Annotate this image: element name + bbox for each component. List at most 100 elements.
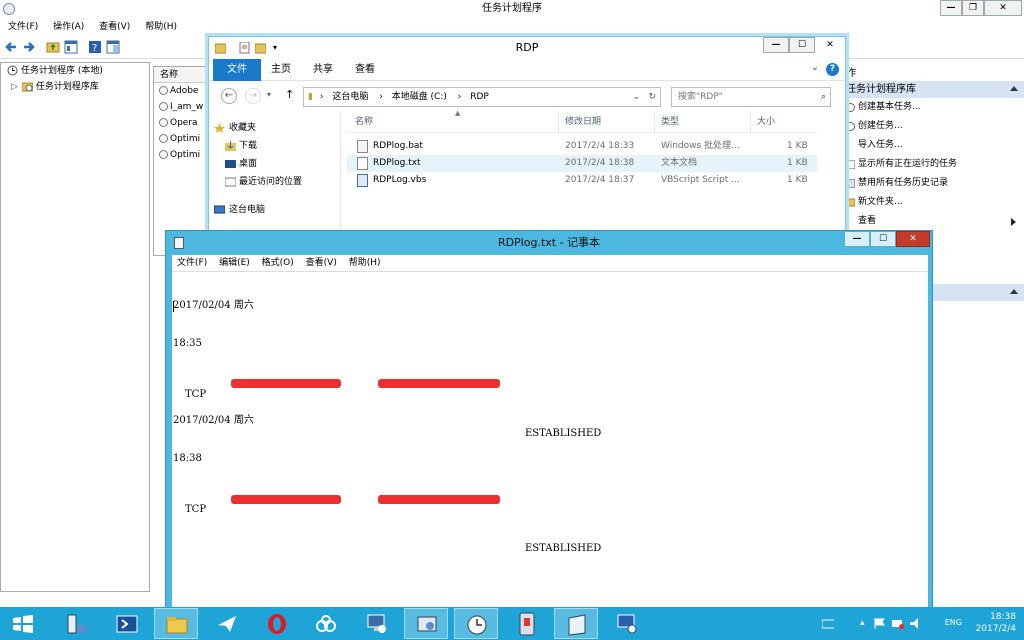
- show-hidden-icons-icon[interactable]: ▴: [860, 618, 872, 629]
- collapse-icon[interactable]: [1010, 289, 1018, 294]
- search-icon[interactable]: ⌕: [821, 88, 826, 106]
- close-button[interactable]: ✕: [815, 37, 845, 53]
- minimize-button[interactable]: —: [763, 37, 789, 53]
- back-icon[interactable]: ←: [221, 88, 237, 104]
- close-button[interactable]: ✕: [896, 231, 930, 247]
- file-row[interactable]: RDPlog.txt 2017/2/4 18:38 文本文档 1 KB: [347, 155, 817, 172]
- nav-item-downloads[interactable]: 下载: [209, 137, 340, 155]
- taskbar-remote-desktop[interactable]: [354, 608, 398, 639]
- minimize-button[interactable]: —: [844, 231, 870, 247]
- refresh-icon[interactable]: ↻: [648, 88, 656, 106]
- actions-section-library[interactable]: 任务计划程序库: [843, 81, 1024, 98]
- expand-arrow-icon[interactable]: ▷: [11, 79, 19, 95]
- system-clock[interactable]: 18:38 2017/2/4: [976, 611, 1016, 635]
- new-folder-icon[interactable]: [255, 42, 266, 54]
- breadcrumb-this-pc[interactable]: 这台电脑: [332, 92, 368, 102]
- menu-view[interactable]: 查看(V): [99, 22, 130, 32]
- keyboard-icon[interactable]: [822, 618, 834, 629]
- collapse-icon[interactable]: [1010, 86, 1018, 91]
- action-show-running[interactable]: 显示所有正在运行的任务: [843, 155, 1024, 174]
- breadcrumb-separator-icon[interactable]: ›: [379, 92, 383, 102]
- console-tree-icon[interactable]: [64, 40, 78, 54]
- breadcrumb-rdp[interactable]: RDP: [470, 92, 489, 102]
- action-import-task[interactable]: 导入任务...: [843, 136, 1024, 155]
- menu-format[interactable]: 格式(O): [262, 258, 294, 268]
- tree-item-local[interactable]: 任务计划程序 (本地): [1, 63, 149, 79]
- back-arrow-icon[interactable]: [4, 40, 18, 54]
- file-row[interactable]: RDPlog.bat 2017/2/4 18:33 Windows 批处理...…: [347, 138, 817, 155]
- menu-help[interactable]: 帮助(H): [145, 22, 177, 32]
- tab-view[interactable]: 查看: [355, 59, 375, 81]
- menu-view[interactable]: 查看(V): [306, 258, 337, 268]
- tab-share[interactable]: 共享: [313, 59, 333, 81]
- nav-item-this-pc[interactable]: 这台电脑: [209, 201, 340, 219]
- taskbar-powershell[interactable]: [104, 608, 148, 639]
- nav-item-favorites[interactable]: 收藏夹: [209, 119, 340, 137]
- network-icon[interactable]: [892, 618, 904, 629]
- help-icon[interactable]: ?: [826, 63, 839, 76]
- close-button[interactable]: ✕: [984, 0, 1022, 16]
- tab-home[interactable]: 主页: [271, 59, 291, 81]
- menu-edit[interactable]: 编辑(E): [219, 258, 250, 268]
- taskbar-server-manager[interactable]: [54, 608, 98, 639]
- up-icon[interactable]: ↑: [285, 88, 294, 101]
- list-item[interactable]: I_am_w: [154, 99, 213, 115]
- input-language[interactable]: ENG: [945, 618, 962, 627]
- action-new-folder[interactable]: 新文件夹...: [843, 193, 1024, 212]
- show-pane-icon[interactable]: [106, 40, 120, 54]
- action-disable-history[interactable]: 禁用所有任务历史记录: [843, 174, 1024, 193]
- taskbar-app-phone[interactable]: [504, 608, 548, 639]
- column-header-type[interactable]: 类型: [655, 111, 751, 133]
- nav-item-recent[interactable]: 最近访问的位置: [209, 173, 340, 191]
- maximize-button[interactable]: ☐: [870, 231, 896, 247]
- expand-ribbon-icon[interactable]: ⌄: [811, 62, 819, 73]
- address-dropdown-icon[interactable]: ⌄: [632, 88, 640, 106]
- breadcrumb-separator-icon[interactable]: ›: [458, 92, 462, 102]
- menu-action[interactable]: 操作(A): [53, 22, 84, 32]
- taskbar-opera[interactable]: [254, 608, 298, 639]
- folder-up-icon[interactable]: [46, 40, 60, 54]
- column-header-name[interactable]: 名称: [154, 67, 213, 83]
- taskbar-rdp-monitor[interactable]: [604, 608, 648, 639]
- recent-dropdown-icon[interactable]: ▾: [267, 90, 271, 99]
- minimize-button[interactable]: —: [940, 0, 962, 16]
- action-create-basic-task[interactable]: 创建基本任务...: [843, 98, 1024, 117]
- start-button[interactable]: [2, 608, 46, 639]
- menu-file[interactable]: 文件(F): [177, 258, 207, 268]
- properties-icon[interactable]: [239, 42, 250, 54]
- column-header-size[interactable]: 大小: [751, 111, 811, 133]
- action-view[interactable]: 查看: [843, 212, 1024, 231]
- tree-item-library[interactable]: ▷ 任务计划程序库: [1, 79, 149, 95]
- taskbar-baidu-cloud[interactable]: [304, 608, 348, 639]
- qat-dropdown-icon[interactable]: ▾: [273, 37, 277, 59]
- breadcrumb-local-disk[interactable]: 本地磁盘 (C:): [392, 92, 447, 102]
- list-item[interactable]: Opera: [154, 115, 213, 131]
- taskbar-file-explorer[interactable]: [154, 608, 198, 639]
- column-header-date[interactable]: 修改日期: [559, 111, 655, 133]
- taskbar-settings[interactable]: [404, 608, 448, 639]
- search-input[interactable]: 搜索"RDP" ⌕: [671, 87, 831, 107]
- maximize-button[interactable]: ☐: [789, 37, 815, 53]
- list-item[interactable]: Optimi: [154, 131, 213, 147]
- column-header-name[interactable]: 名称: [347, 111, 559, 133]
- menu-file[interactable]: 文件(F): [8, 22, 38, 32]
- list-item[interactable]: Adobe: [154, 83, 213, 99]
- forward-icon[interactable]: →: [245, 88, 261, 104]
- breadcrumb-separator-icon[interactable]: ›: [320, 92, 324, 102]
- volume-icon[interactable]: [910, 618, 922, 629]
- restore-button[interactable]: ❐: [962, 0, 984, 16]
- list-item[interactable]: Optimi: [154, 147, 213, 163]
- file-row[interactable]: RDPLog.vbs 2017/2/4 18:37 VBScript Scrip…: [347, 172, 817, 189]
- address-bar[interactable]: ▮ › 这台电脑 › 本地磁盘 (C:) › RDP ⌄ ↻: [303, 87, 661, 107]
- taskbar-app-bird[interactable]: [204, 608, 248, 639]
- flag-icon[interactable]: [874, 618, 886, 629]
- taskbar-task-scheduler[interactable]: [454, 608, 498, 639]
- forward-arrow-icon[interactable]: [22, 40, 36, 54]
- taskbar-notepad[interactable]: [554, 608, 598, 639]
- text-editor[interactable]: 2017/02/04 周六 18:35 TCP ESTABLISHED 2017…: [172, 271, 928, 607]
- menu-help[interactable]: 帮助(H): [349, 258, 381, 268]
- help-icon[interactable]: ?: [88, 40, 102, 54]
- action-create-task[interactable]: 创建任务...: [843, 117, 1024, 136]
- tab-file[interactable]: 文件: [213, 59, 261, 81]
- nav-item-desktop[interactable]: 桌面: [209, 155, 340, 173]
